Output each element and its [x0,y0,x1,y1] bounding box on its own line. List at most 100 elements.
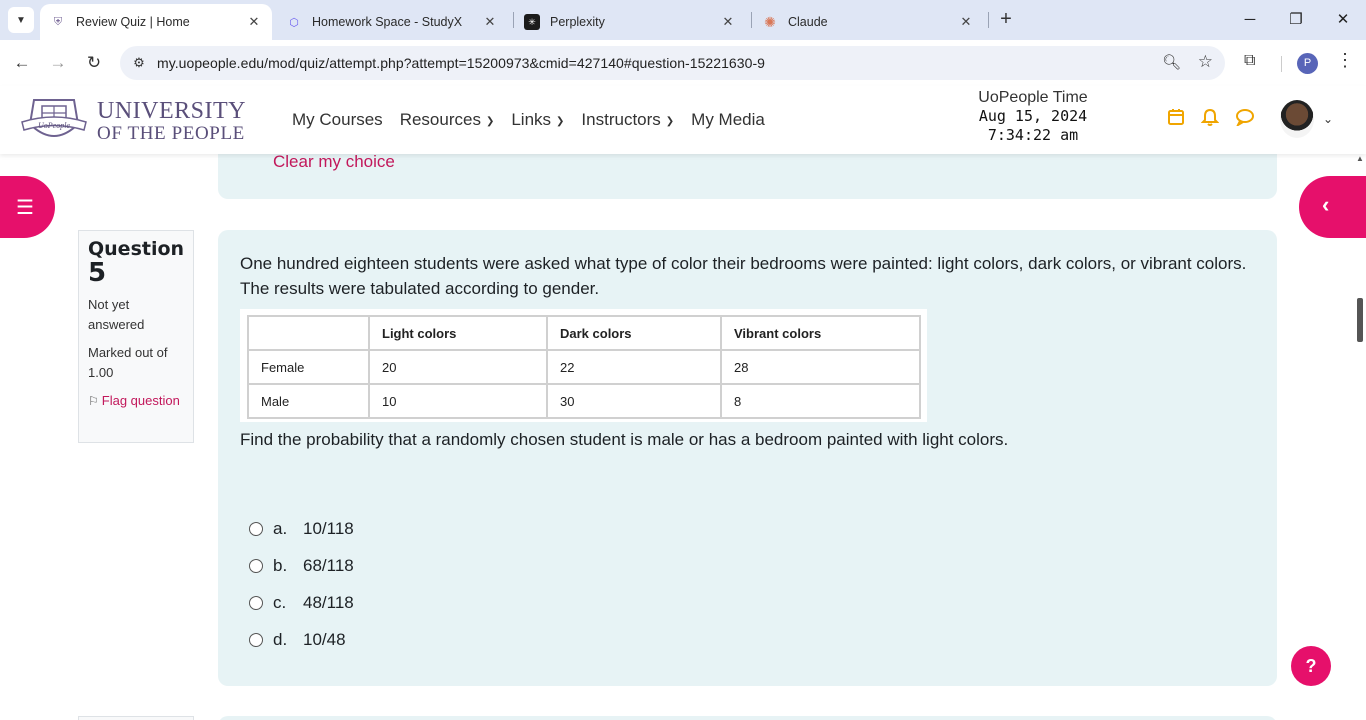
tab-title: Perplexity [550,15,605,29]
nav-my-courses[interactable]: My Courses [292,110,383,130]
next-question-card [218,716,1277,720]
clear-my-choice-link[interactable]: Clear my choice [273,154,395,172]
nav-resources[interactable]: Resources ❯ [400,110,495,130]
current-time: 7:34:22 am [987,126,1079,144]
table-header-cell [247,315,370,351]
color-by-gender-table: Light colors Dark colors Vibrant colors … [247,315,921,419]
close-icon[interactable]: ✕ [244,14,264,30]
chevron-down-icon: ❯ [665,115,675,127]
close-icon[interactable]: ✕ [480,14,500,30]
answer-option-b[interactable]: b. 68/118 [249,556,354,576]
block-drawer-button[interactable]: ‹ [1299,176,1366,238]
option-text[interactable]: 68/118 [303,556,354,576]
option-text[interactable]: 48/118 [303,593,354,613]
close-window-button[interactable]: ✕ [1331,8,1355,32]
nav-my-media[interactable]: My Media [691,110,765,130]
claude-favicon-icon: ✺ [764,13,776,30]
table-row: Female 20 22 28 [247,349,921,385]
option-letter: d. [273,630,288,649]
question-info-box: Question 5 Not yet answered Marked out o… [78,230,194,443]
profile-avatar[interactable]: P [1297,53,1318,74]
tab-claude[interactable]: ✺ Claude ✕ [752,4,984,40]
question-card: One hundred eighteen students were asked… [218,230,1277,686]
uopeople-time: UoPeople Time Aug 15, 2024 7:34:22 am [960,89,1106,145]
bookmark-star-icon[interactable]: ☆ [1198,52,1213,72]
forward-button[interactable]: → [46,51,70,75]
toolbar-separator [1281,56,1282,72]
new-tab-button[interactable]: + [994,8,1018,32]
chevron-down-icon[interactable]: ⌄ [1323,112,1333,126]
site-settings-icon[interactable]: ⚙ [128,52,150,74]
option-letter: a. [273,519,288,538]
help-button[interactable]: ? [1291,646,1331,686]
current-date: Aug 15, 2024 [978,107,1088,125]
close-icon[interactable]: ✕ [956,14,976,30]
messages-chat-icon[interactable] [1235,108,1255,131]
scroll-up-icon[interactable]: ▲ [1356,154,1364,163]
logo-line-university: UNIVERSITY [97,98,246,124]
extensions-puzzle-icon[interactable]: ⧉ [1244,52,1255,70]
university-logo[interactable]: UoPeople UNIVERSITY OF THE PEOPLE [20,94,250,146]
answer-option-d[interactable]: d. 10/48 [249,630,346,650]
radio-button[interactable] [249,559,263,573]
studyx-favicon-icon: ⬡ [289,16,299,29]
tab-review-quiz[interactable]: ⛨ Review Quiz | Home ✕ [40,4,272,40]
list-icon: ☰ [16,197,34,219]
flag-question-link[interactable]: ⚐ Flag question [88,391,184,411]
tab-title: Review Quiz | Home [76,15,190,29]
table-cell: 22 [546,349,722,385]
nav-label: Links [511,110,552,129]
minimize-button[interactable]: ─ [1238,8,1262,32]
option-text[interactable]: 10/118 [303,519,354,539]
answer-option-a[interactable]: a. 10/118 [249,519,354,539]
address-bar[interactable]: ⚙ my.uopeople.edu/mod/quiz/attempt.php?a… [120,46,1225,80]
next-question-info-box [78,716,194,720]
nav-instructors[interactable]: Instructors ❯ [581,110,674,130]
reload-button[interactable]: ↻ [82,51,106,75]
table-header-row: Light colors Dark colors Vibrant colors [247,315,921,351]
previous-question-card: Clear my choice [218,154,1277,199]
answer-option-c[interactable]: c. 48/118 [249,593,354,613]
more-menu-icon[interactable]: ⋮ [1336,50,1354,71]
question-grade: Marked out of 1.00 [88,345,168,380]
table-cell: Male [247,383,370,419]
browser-tab-strip: ▼ ⛨ Review Quiz | Home ✕ ⬡ Homework Spac… [0,0,1366,40]
table-cell: 28 [720,349,921,385]
tab-studyx[interactable]: ⬡ Homework Space - StudyX ✕ [276,4,508,40]
table-header-cell: Vibrant colors [720,315,921,351]
browser-toolbar: ← → ↻ ⚙ my.uopeople.edu/mod/quiz/attempt… [0,40,1366,86]
nav-label: Instructors [581,110,661,129]
close-icon: ✕ [1336,11,1350,28]
question-number: 5 [88,258,107,288]
option-letter: b. [273,556,288,575]
main-navigation: My Courses Resources ❯ Links ❯ Instructors… [292,110,782,130]
close-icon[interactable]: ✕ [718,14,738,30]
page-scrollbar[interactable] [1357,298,1363,342]
nav-links[interactable]: Links ❯ [511,110,564,130]
calendar-icon[interactable] [1167,108,1185,131]
restore-button[interactable]: ❐ [1284,8,1308,32]
zoom-icon[interactable]: 🔍︎ [1162,53,1181,71]
table-row: Male 10 30 8 [247,383,921,419]
radio-button[interactable] [249,596,263,610]
radio-button[interactable] [249,633,263,647]
option-text[interactable]: 10/48 [303,630,346,650]
tab-title: Homework Space - StudyX [312,15,463,29]
tab-search-button[interactable]: ▼ [8,7,34,33]
time-label: UoPeople Time [978,89,1088,106]
back-button[interactable]: ← [10,51,34,75]
tab-perplexity[interactable]: ✳ Perplexity ✕ [514,4,746,40]
nav-label: My Media [691,110,765,129]
minimize-icon: ─ [1244,11,1256,28]
logo-line-of-the-people: OF THE PEOPLE [97,123,245,144]
quiz-page-content: ▲ Clear my choice ☰ ‹ Question 5 Not yet… [0,154,1366,720]
nav-label: My Courses [292,110,383,129]
flag-label: Flag question [101,393,180,408]
quiz-navigation-drawer-button[interactable]: ☰ [0,176,55,238]
user-avatar[interactable] [1280,100,1314,138]
table-cell: Female [247,349,370,385]
radio-button[interactable] [249,522,263,536]
table-header-cell: Light colors [368,315,548,351]
notifications-bell-icon[interactable] [1200,108,1220,132]
url-text[interactable]: my.uopeople.edu/mod/quiz/attempt.php?att… [157,55,765,71]
